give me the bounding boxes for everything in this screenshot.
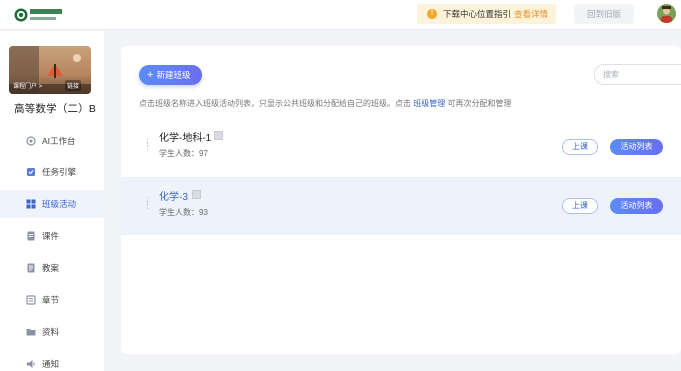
- student-count: 学生人数：93: [159, 208, 208, 217]
- new-class-button[interactable]: + 新建班级: [139, 65, 202, 85]
- qr-code-icon[interactable]: [192, 190, 201, 199]
- start-class-button[interactable]: 上课: [562, 198, 598, 214]
- sidebar-item-lesson-plan[interactable]: 教案: [0, 254, 104, 282]
- class-row[interactable]: ⋮ ⋮ 化学-3 学生人数：93 上课 活动列表: [121, 177, 681, 235]
- class-activity-icon: [26, 199, 36, 209]
- cover-portal-text: 课程门户 >: [13, 84, 43, 90]
- cover-link-text[interactable]: 链接: [65, 80, 82, 91]
- notice-icon: [26, 359, 36, 369]
- activity-list-button[interactable]: 活动列表: [610, 198, 663, 214]
- course-cover-image[interactable]: 课程门户 > 链接: [9, 46, 91, 94]
- plus-icon: +: [147, 68, 154, 81]
- old-version-button[interactable]: 回到旧版: [574, 4, 634, 24]
- ai-workbench-icon: [26, 136, 36, 146]
- sidebar-item-label: 章节: [42, 295, 60, 305]
- sidebar-item-label: AI工作台: [42, 136, 76, 146]
- sidebar-item-chapter[interactable]: 章节: [0, 286, 104, 314]
- materials-icon: [26, 327, 36, 337]
- class-list-hint: 点击班级名称进入班级活动列表，只显示公共班级和分配给自己的班级。点击 班级管理 …: [139, 98, 511, 109]
- sidebar-item-label: 资料: [42, 327, 60, 337]
- sidebar-item-label: 通知: [42, 359, 60, 369]
- sidebar-item-ai-workbench[interactable]: AI工作台: [0, 127, 104, 155]
- new-class-label: 新建班级: [156, 70, 191, 80]
- activity-list-button[interactable]: 活动列表: [610, 139, 663, 155]
- search-input[interactable]: 搜索: [594, 64, 681, 85]
- chapter-icon: [26, 295, 36, 305]
- sidebar-item-label: 教案: [42, 263, 60, 273]
- sidebar: 课程门户 > 链接 高等数学（二）B AI工作台 任务引擎 班级活动 课件 教案: [0, 31, 104, 371]
- drag-handle-icon[interactable]: ⋮ ⋮: [143, 197, 152, 210]
- courseware-icon: [26, 231, 36, 241]
- hint-text: 可再次分配和管理: [447, 99, 512, 108]
- sidebar-item-class-activity[interactable]: 班级活动: [0, 190, 104, 218]
- sidebar-item-materials[interactable]: 资料: [0, 318, 104, 346]
- class-row[interactable]: ⋮ ⋮ 化学-地科-1 学生人数：97 上课 活动列表: [121, 118, 681, 176]
- student-count: 学生人数：97: [159, 149, 208, 158]
- qr-code-icon[interactable]: [214, 131, 223, 140]
- class-management-link[interactable]: 班级管理: [413, 99, 445, 108]
- lesson-plan-icon: [26, 263, 36, 273]
- class-name-link[interactable]: 化学-3: [159, 188, 188, 203]
- class-name-link[interactable]: 化学-地科-1: [159, 129, 211, 144]
- warning-icon: !: [427, 9, 437, 19]
- notice-text: 下载中心位置指引: [443, 9, 512, 19]
- start-class-button[interactable]: 上课: [562, 139, 598, 155]
- drag-handle-icon[interactable]: ⋮ ⋮: [143, 138, 152, 151]
- notice-details-link[interactable]: 查看详情: [514, 8, 548, 20]
- sidebar-item-label: 课件: [42, 231, 60, 241]
- sidebar-item-label: 任务引擎: [42, 167, 77, 177]
- course-title: 高等数学（二）B: [14, 103, 97, 115]
- sidebar-item-label: 班级活动: [42, 199, 77, 209]
- top-bar: ! 下载中心位置指引 查看详情 回到旧版: [0, 0, 681, 30]
- sidebar-item-task-engine[interactable]: 任务引擎: [0, 158, 104, 186]
- hint-text: 点击班级名称进入班级活动列表，只显示公共班级和分配给自己的班级。点击: [139, 99, 411, 108]
- university-logo[interactable]: [14, 6, 64, 24]
- sidebar-item-courseware[interactable]: 课件: [0, 222, 104, 250]
- class-list-panel: + 新建班级 搜索 点击班级名称进入班级活动列表，只显示公共班级和分配给自己的班…: [121, 46, 681, 354]
- download-notice-banner: ! 下载中心位置指引 查看详情: [417, 4, 556, 24]
- user-avatar[interactable]: [657, 4, 676, 23]
- task-engine-icon: [26, 167, 36, 177]
- sidebar-item-notice[interactable]: 通知: [0, 350, 104, 371]
